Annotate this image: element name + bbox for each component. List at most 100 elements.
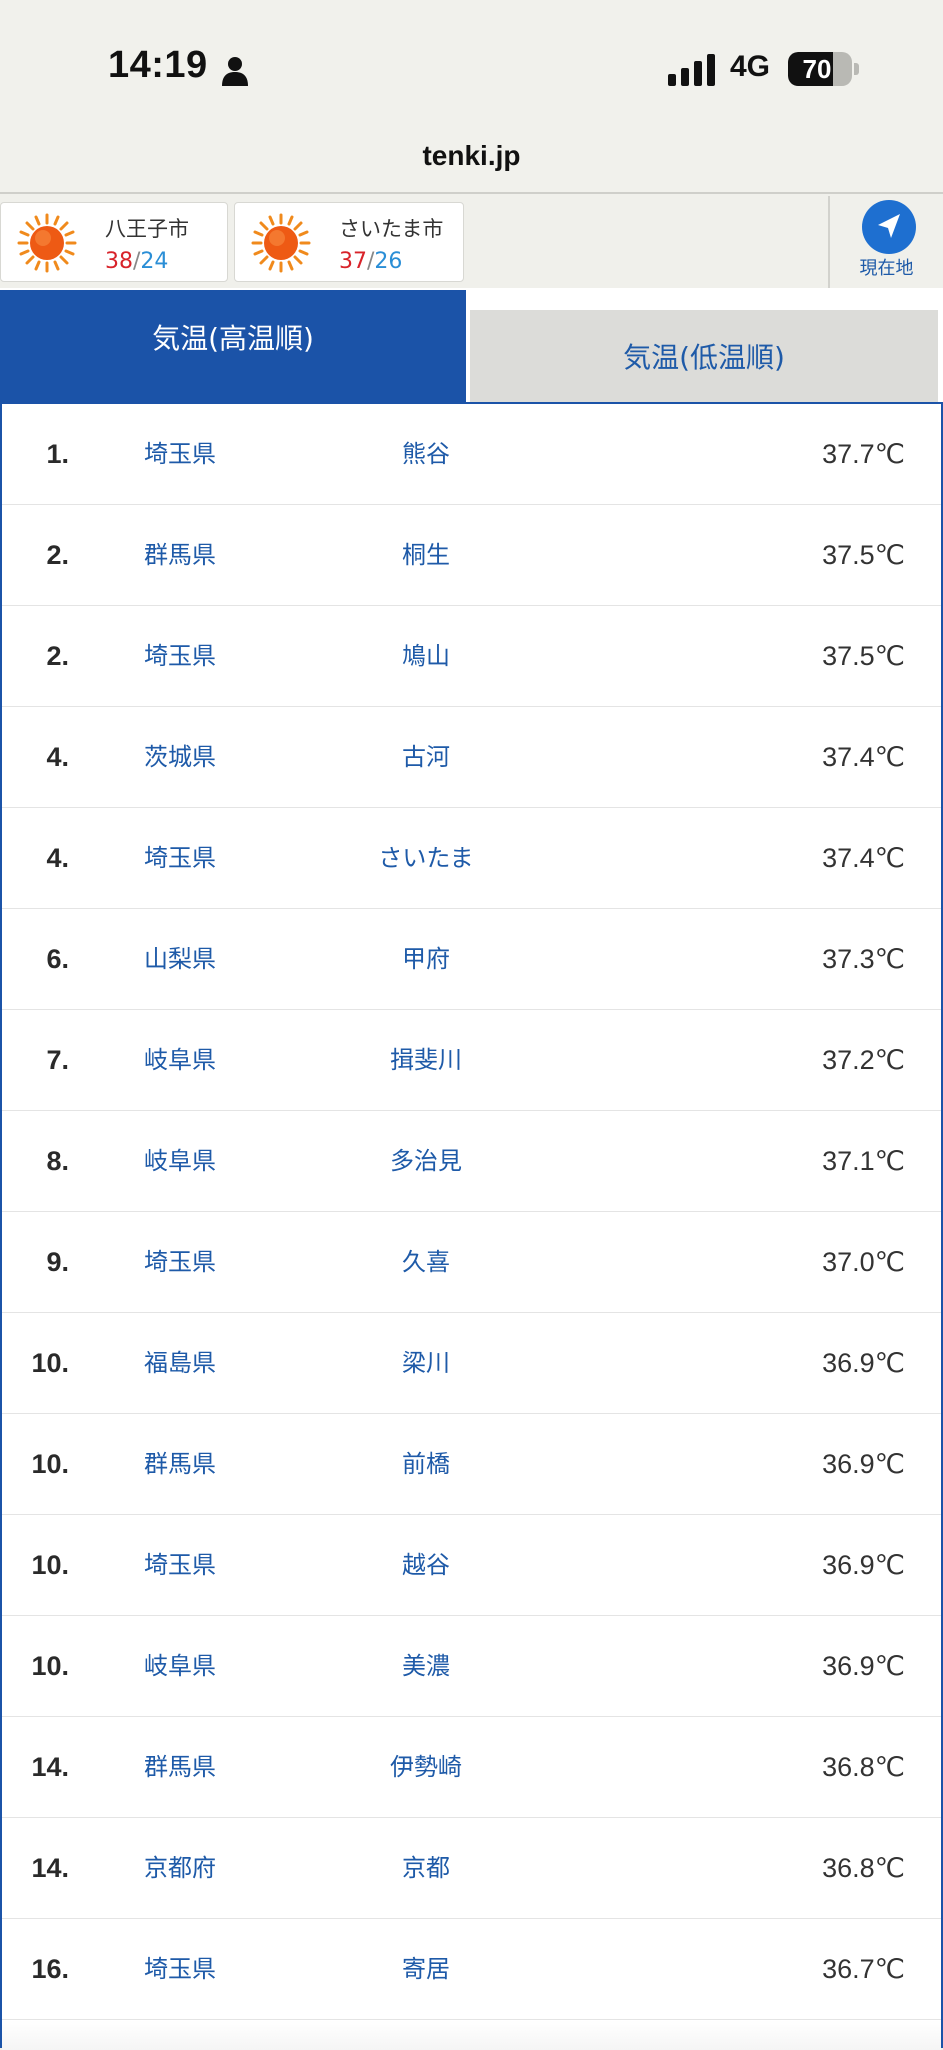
- table-row[interactable]: 8. 岐阜県 多治見 37.1℃: [2, 1111, 941, 1212]
- temperature-value: 36.9℃: [822, 1348, 905, 1378]
- prefecture-link[interactable]: 岐阜県: [144, 1111, 216, 1211]
- temperature-value: 36.8℃: [822, 1853, 905, 1883]
- sunny-icon: [17, 213, 77, 273]
- prefecture-link[interactable]: 山梨県: [144, 909, 216, 1009]
- temperature-value: 37.7℃: [822, 439, 905, 469]
- sunny-icon: [251, 213, 311, 273]
- table-row[interactable]: 16. 埼玉県 寄居 36.7℃: [2, 1919, 941, 2020]
- rank-number: 10.: [31, 1348, 69, 1378]
- city-link[interactable]: 古河: [326, 707, 526, 807]
- rank-number: 2.: [46, 641, 69, 671]
- prefecture-link[interactable]: 群馬県: [144, 1717, 216, 1817]
- rank-number: 6.: [46, 944, 69, 974]
- rank-number: 10.: [31, 1550, 69, 1580]
- city-link[interactable]: 熊谷: [326, 404, 526, 504]
- table-row[interactable]: 10. 福島県 梁川 36.9℃: [2, 1313, 941, 1414]
- location-arrow-icon: [862, 200, 916, 254]
- high-temp: 38: [105, 249, 133, 274]
- temperature-value: 37.2℃: [822, 1045, 905, 1075]
- tab-high-temp[interactable]: 気温(高温順): [0, 290, 466, 402]
- rank-number: 10.: [31, 1449, 69, 1479]
- tab-low-temp[interactable]: 気温(低温順): [470, 310, 938, 402]
- city-link[interactable]: 京都: [326, 1818, 526, 1918]
- prefecture-link[interactable]: 埼玉県: [144, 1212, 216, 1312]
- prefecture-link[interactable]: 群馬県: [144, 1414, 216, 1514]
- table-row[interactable]: 2. 群馬県 桐生 37.5℃: [2, 505, 941, 606]
- city-link[interactable]: 多治見: [326, 1111, 526, 1211]
- rank-number: 7.: [46, 1045, 69, 1075]
- city-link[interactable]: 甲府: [326, 909, 526, 1009]
- city-link[interactable]: 鳩山: [326, 606, 526, 706]
- table-row[interactable]: 1. 埼玉県 熊谷 37.7℃: [2, 404, 941, 505]
- city-link[interactable]: 越谷: [326, 1515, 526, 1615]
- table-row[interactable]: 9. 埼玉県 久喜 37.0℃: [2, 1212, 941, 1313]
- current-location-button[interactable]: 現在地: [828, 196, 943, 288]
- low-temp: 24: [140, 249, 169, 274]
- low-temp: 26: [374, 249, 403, 274]
- prefecture-link[interactable]: 茨城県: [144, 707, 216, 807]
- temperature-value: 37.0℃: [822, 1247, 905, 1277]
- rank-number: 10.: [31, 1651, 69, 1681]
- prefecture-link[interactable]: 岐阜県: [144, 1010, 216, 1110]
- prefecture-link[interactable]: 岐阜県: [144, 1616, 216, 1716]
- status-time: 14:19: [108, 44, 208, 86]
- city-link[interactable]: 寄居: [326, 1919, 526, 2019]
- temperature-value: 36.9℃: [822, 1449, 905, 1479]
- location-strip: 八王子市 38/24 さいたま市 37/26 現在地: [0, 196, 943, 288]
- temperature-value: 37.4℃: [822, 742, 905, 772]
- ranking-tabs: 気温(高温順) 気温(低温順): [0, 288, 943, 402]
- table-row[interactable]: 10. 岐阜県 美濃 36.9℃: [2, 1616, 941, 1717]
- table-row[interactable]: 10. 埼玉県 越谷 36.9℃: [2, 1515, 941, 1616]
- rank-number: 2.: [46, 540, 69, 570]
- rank-number: 8.: [46, 1146, 69, 1176]
- address-bar[interactable]: tenki.jp: [0, 120, 943, 194]
- location-card-hachioji[interactable]: 八王子市 38/24: [0, 202, 228, 282]
- location-card-saitama[interactable]: さいたま市 37/26: [234, 202, 464, 282]
- table-row[interactable]: 4. 埼玉県 さいたま 37.4℃: [2, 808, 941, 909]
- temperature-value: 37.1℃: [822, 1146, 905, 1176]
- battery-cap: [854, 63, 859, 75]
- temperature-value: 37.5℃: [822, 641, 905, 671]
- table-row[interactable]: 10. 群馬県 前橋 36.9℃: [2, 1414, 941, 1515]
- city-link[interactable]: 梁川: [326, 1313, 526, 1413]
- temperature-value: 36.8℃: [822, 1752, 905, 1782]
- table-row[interactable]: 6. 山梨県 甲府 37.3℃: [2, 909, 941, 1010]
- prefecture-link[interactable]: 埼玉県: [144, 808, 216, 908]
- city-link[interactable]: 桐生: [326, 505, 526, 605]
- rank-number: 16.: [31, 1954, 69, 1984]
- location-name: 八王子市: [105, 217, 189, 241]
- rank-number: 9.: [46, 1247, 69, 1277]
- status-bar: 14:19 4G 70: [0, 0, 943, 120]
- prefecture-link[interactable]: 福島県: [144, 1313, 216, 1413]
- location-name: さいたま市: [339, 217, 444, 241]
- table-row[interactable]: 14. 群馬県 伊勢崎 36.8℃: [2, 1717, 941, 1818]
- temperature-value: 36.9℃: [822, 1651, 905, 1681]
- prefecture-link[interactable]: 埼玉県: [144, 1919, 216, 2019]
- location-temps: 37/26: [339, 249, 402, 274]
- table-row[interactable]: 7. 岐阜県 揖斐川 37.2℃: [2, 1010, 941, 1111]
- rank-number: 14.: [31, 1853, 69, 1883]
- prefecture-link[interactable]: 埼玉県: [144, 404, 216, 504]
- table-row[interactable]: 2. 埼玉県 鳩山 37.5℃: [2, 606, 941, 707]
- city-link[interactable]: 美濃: [326, 1616, 526, 1716]
- city-link[interactable]: 久喜: [326, 1212, 526, 1312]
- prefecture-link[interactable]: 埼玉県: [144, 1515, 216, 1615]
- table-row[interactable]: 14. 京都府 京都 36.8℃: [2, 1818, 941, 1919]
- prefecture-link[interactable]: 京都府: [144, 1818, 216, 1918]
- city-link[interactable]: 伊勢崎: [326, 1717, 526, 1817]
- high-temp: 37: [339, 249, 367, 274]
- table-row[interactable]: 4. 茨城県 古河 37.4℃: [2, 707, 941, 808]
- temperature-value: 36.7℃: [822, 1954, 905, 1984]
- city-link[interactable]: 前橋: [326, 1414, 526, 1514]
- list-bottom-fade: [2, 2020, 941, 2050]
- temperature-value: 36.9℃: [822, 1550, 905, 1580]
- temperature-value: 37.4℃: [822, 843, 905, 873]
- network-label: 4G: [730, 50, 771, 83]
- prefecture-link[interactable]: 埼玉県: [144, 606, 216, 706]
- temperature-value: 37.3℃: [822, 944, 905, 974]
- rank-number: 14.: [31, 1752, 69, 1782]
- prefecture-link[interactable]: 群馬県: [144, 505, 216, 605]
- city-link[interactable]: さいたま: [326, 808, 526, 908]
- rank-number: 4.: [46, 843, 69, 873]
- city-link[interactable]: 揖斐川: [326, 1010, 526, 1110]
